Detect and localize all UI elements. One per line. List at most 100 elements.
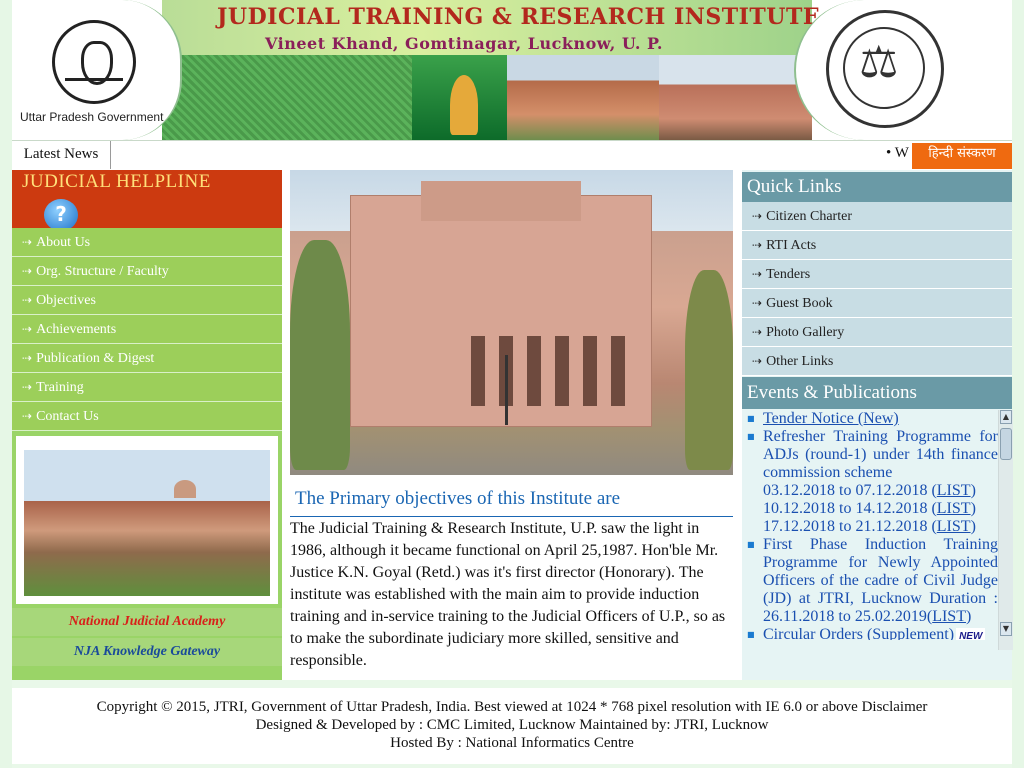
quick-link-citizen-charter[interactable]: ⇢ Citizen Charter <box>742 202 1012 231</box>
menu-item-label: Contact Us <box>36 409 99 424</box>
quick-link-label: Other Links <box>766 354 834 369</box>
header-fill <box>964 0 1012 140</box>
quick-links-heading: Quick Links <box>742 172 1012 202</box>
arrow-icon: ⇢ <box>22 322 33 336</box>
arrow-icon: ⇢ <box>22 409 33 423</box>
site-title: JUDICIAL TRAINING & RESEARCH INSTITUTE <box>217 4 821 30</box>
list-item: Tender Notice (New) <box>747 410 998 428</box>
nja-knowledge-gateway-link[interactable]: NJA Knowledge Gateway <box>12 638 282 666</box>
events-scrollbar[interactable]: ▲ ▼ <box>998 410 1013 650</box>
quick-link-label: Citizen Charter <box>766 209 852 224</box>
scroll-down-icon[interactable]: ▼ <box>1000 622 1012 636</box>
arrow-icon: ⇢ <box>22 380 33 394</box>
main-content: The Primary objectives of this Institute… <box>282 170 742 680</box>
menu-item-contact-us[interactable]: ⇢ Contact Us <box>12 402 282 431</box>
menu-item-training[interactable]: ⇢ Training <box>12 373 282 402</box>
list-link[interactable]: LIST <box>937 482 971 499</box>
refresher-training-text: Refresher Training Programme for ADJs (r… <box>763 428 998 481</box>
arrow-icon: ⇢ <box>22 293 33 307</box>
quick-links-list: ⇢ Citizen Charter ⇢ RTI Acts ⇢ Tenders ⇢ Gue… <box>742 202 1012 376</box>
up-emblem-icon <box>52 20 136 104</box>
date-range: 03.12.2018 to 07.12.2018 <box>763 482 928 499</box>
quick-link-guest-book[interactable]: ⇢ Guest Book <box>742 289 1012 318</box>
arrow-icon: ⇢ <box>22 235 33 249</box>
date-range: 17.12.2018 to 21.12.2018 <box>763 518 928 535</box>
arrow-icon: ⇢ <box>22 264 33 278</box>
tree-image <box>685 270 733 470</box>
news-bar: Latest News • W हिन्दी संस्करण <box>12 140 1012 172</box>
news-ticker[interactable]: • W <box>886 145 909 162</box>
building-windows <box>471 336 631 406</box>
quick-link-label: RTI Acts <box>766 238 817 253</box>
campus-photo <box>24 450 270 596</box>
site-footer: Copyright © 2015, JTRI, Government of Ut… <box>12 688 1012 764</box>
arrow-icon: ⇢ <box>752 267 763 281</box>
menu-item-about-us[interactable]: ⇢ About Us <box>12 228 282 257</box>
quick-link-label: Photo Gallery <box>766 325 845 340</box>
arrow-icon: ⇢ <box>752 354 763 368</box>
right-sidebar: Quick Links ⇢ Citizen Charter ⇢ RTI Acts ⇢… <box>742 170 1013 680</box>
list-link[interactable]: LIST <box>932 608 966 625</box>
site-address: Vineet Khand, Gomtinagar, Lucknow, U. P. <box>265 34 663 53</box>
quick-link-label: Tenders <box>766 267 811 282</box>
list-item: Refresher Training Programme for ADJs (r… <box>747 428 998 536</box>
menu-item-label: Objectives <box>36 293 96 308</box>
quick-link-photo-gallery[interactable]: ⇢ Photo Gallery <box>742 318 1012 347</box>
arrow-icon: ⇢ <box>22 351 33 365</box>
list-link[interactable]: LIST <box>937 500 971 517</box>
menu-item-label: Publication & Digest <box>36 351 155 366</box>
quick-link-tenders[interactable]: ⇢ Tenders <box>742 260 1012 289</box>
tender-notice-link[interactable]: Tender Notice (New) <box>763 410 899 427</box>
new-badge: NEW <box>956 628 986 640</box>
arrow-icon: ⇢ <box>752 296 763 310</box>
hindi-version-button[interactable]: हिन्दी संस्करण <box>912 143 1012 169</box>
scroll-up-icon[interactable]: ▲ <box>1000 410 1012 424</box>
latest-news-label: Latest News <box>12 141 111 169</box>
quick-link-rti-acts[interactable]: ⇢ RTI Acts <box>742 231 1012 260</box>
menu-item-objectives[interactable]: ⇢ Objectives <box>12 286 282 315</box>
menu-item-org-structure[interactable]: ⇢ Org. Structure / Faculty <box>12 257 282 286</box>
campus-photo-box <box>16 436 278 604</box>
scrollbar-thumb[interactable] <box>1000 428 1012 460</box>
up-government-logo[interactable]: Uttar Pradesh Government <box>12 0 182 140</box>
menu-item-label: Achievements <box>36 322 117 337</box>
developer-credit: Designed & Developed by : CMC Limited, L… <box>255 717 769 733</box>
circular-orders-link[interactable]: Circular Orders (Supplement) <box>763 626 954 640</box>
menu-item-publication[interactable]: ⇢ Publication & Digest <box>12 344 282 373</box>
building-image <box>350 181 652 427</box>
list-link[interactable]: LIST <box>937 518 971 535</box>
arrow-icon: ⇢ <box>752 209 763 223</box>
events-list: Tender Notice (New) Refresher Training P… <box>742 410 998 640</box>
lady-justice-image <box>412 55 507 140</box>
institute-building-photo <box>290 170 733 475</box>
quick-link-other-links[interactable]: ⇢ Other Links <box>742 347 1012 376</box>
left-sidebar: JUDICIAL HELPLINE ? ⇢ About Us ⇢ Org. Stru… <box>12 170 282 680</box>
page: JUDICIAL TRAINING & RESEARCH INSTITUTE V… <box>12 0 1013 768</box>
judicial-helpline-banner[interactable]: JUDICIAL HELPLINE ? <box>12 170 282 231</box>
events-publications-heading: Events & Publications <box>742 377 1012 409</box>
question-icon: ? <box>44 199 78 231</box>
main-menu: ⇢ About Us ⇢ Org. Structure / Faculty ⇢ Obj… <box>12 228 282 431</box>
institute-description: The Judicial Training & Research Institu… <box>290 520 726 669</box>
national-judicial-academy-link[interactable]: National Judicial Academy <box>12 608 282 636</box>
menu-item-label: Org. Structure / Faculty <box>36 264 169 279</box>
quick-link-label: Guest Book <box>766 296 833 311</box>
jtri-logo[interactable] <box>794 0 966 140</box>
campus-photo-1 <box>507 55 659 140</box>
heading-divider <box>290 516 733 517</box>
judicial-seal-icon <box>826 10 944 128</box>
copyright-text: Copyright © 2015, JTRI, Government of Ut… <box>96 699 928 715</box>
site-header: JUDICIAL TRAINING & RESEARCH INSTITUTE V… <box>12 0 1012 140</box>
menu-item-label: About Us <box>36 235 91 250</box>
date-range: 10.12.2018 to 14.12.2018 <box>763 500 928 517</box>
campus-photo-2 <box>659 55 812 140</box>
helpline-title: JUDICIAL HELPLINE <box>22 171 211 192</box>
arrow-icon: ⇢ <box>752 325 763 339</box>
list-item: Circular Orders (Supplement)NEW <box>747 626 998 640</box>
list-item: First Phase Induction Training Programme… <box>747 536 998 626</box>
lamp-post-image <box>505 355 532 425</box>
menu-item-achievements[interactable]: ⇢ Achievements <box>12 315 282 344</box>
hosting-credit: Hosted By : National Informatics Centre <box>390 735 634 751</box>
tree-image <box>290 240 350 470</box>
header-banner: JUDICIAL TRAINING & RESEARCH INSTITUTE V… <box>162 0 820 140</box>
